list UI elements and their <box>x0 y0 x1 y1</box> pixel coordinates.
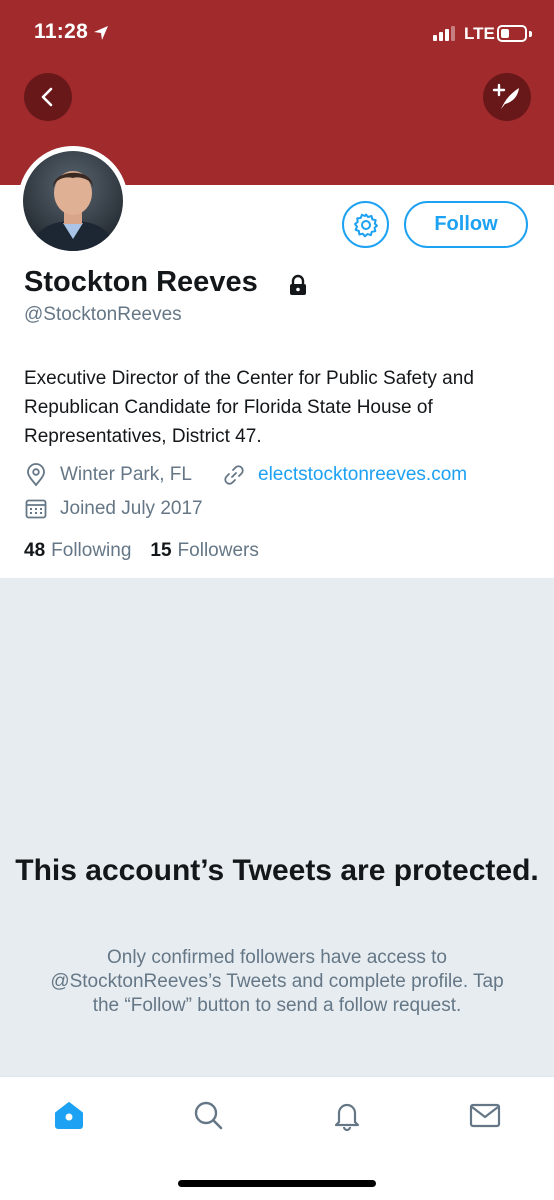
protected-title: This account’s Tweets are protected. <box>15 854 539 887</box>
profile-name: Stockton Reeves <box>24 266 258 298</box>
bell-icon <box>334 1103 360 1132</box>
network-type: LTE <box>464 24 495 43</box>
profile-handle: @StocktonReeves <box>24 304 182 325</box>
cellular-signal-icon <box>433 26 455 41</box>
follow-button[interactable]: Follow <box>404 201 528 248</box>
joined-text: Joined July 2017 <box>60 498 203 519</box>
followers-label: Followers <box>177 540 259 561</box>
followers-number: 15 <box>150 540 172 561</box>
profile-website-link[interactable]: electstocktonreeves.com <box>222 463 467 487</box>
tab-search[interactable] <box>190 1097 226 1133</box>
battery-nub <box>529 31 532 37</box>
location-arrow-icon <box>94 26 108 40</box>
location-text: Winter Park, FL <box>60 464 192 485</box>
following-label: Following <box>51 540 132 561</box>
followers-count[interactable]: 15 Followers <box>150 540 258 562</box>
profile-photo <box>23 151 123 251</box>
location-pin-icon <box>27 463 45 487</box>
back-button[interactable] <box>24 73 72 121</box>
tab-messages[interactable] <box>467 1097 503 1133</box>
avatar[interactable] <box>18 146 128 256</box>
gear-icon <box>353 213 378 237</box>
calendar-icon <box>25 499 47 519</box>
status-time: 11:28 <box>34 20 89 43</box>
status-bar: 11:28 LTE <box>0 0 554 70</box>
tab-notifications[interactable] <box>329 1097 365 1133</box>
chevron-left-icon <box>41 87 53 107</box>
battery-level <box>501 29 509 38</box>
protected-description: Only confirmed followers have access to … <box>50 947 504 1016</box>
profile-joined: Joined July 2017 <box>24 497 203 521</box>
envelope-icon <box>469 1103 501 1128</box>
home-indicator <box>178 1180 376 1187</box>
compose-tweet-button[interactable] <box>483 73 531 121</box>
follow-counts: 48 Following 15 Followers <box>24 540 278 562</box>
following-number: 48 <box>24 540 46 561</box>
profile-bio: Executive Director of the Center for Pub… <box>24 368 474 447</box>
following-count[interactable]: 48 Following <box>24 540 131 562</box>
search-icon <box>194 1101 223 1130</box>
link-icon <box>224 465 244 485</box>
lock-icon <box>290 274 306 295</box>
compose-tweet-icon <box>492 83 519 109</box>
website-text[interactable]: electstocktonreeves.com <box>258 464 467 486</box>
battery-icon <box>497 25 527 42</box>
settings-button[interactable] <box>342 201 389 248</box>
tab-home[interactable] <box>51 1097 87 1133</box>
home-icon <box>55 1102 83 1129</box>
profile-location: Winter Park, FL <box>24 463 192 487</box>
